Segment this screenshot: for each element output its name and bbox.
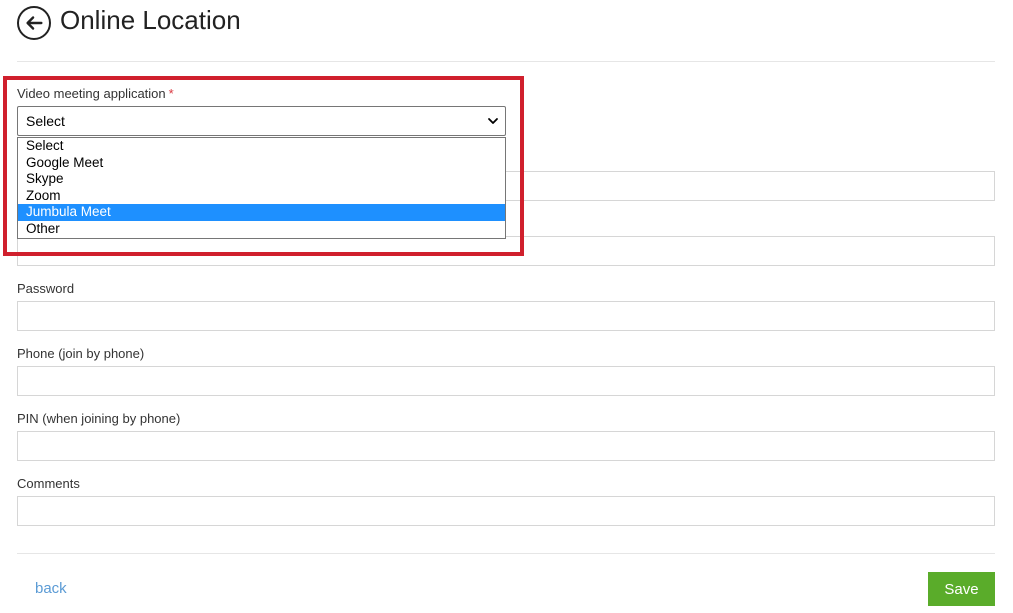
option-other[interactable]: Other <box>18 221 505 238</box>
header-divider <box>17 61 995 62</box>
video-app-select[interactable]: Select <box>17 106 506 136</box>
meeting-id-input[interactable] <box>17 236 995 266</box>
option-google-meet[interactable]: Google Meet <box>18 155 505 172</box>
footer-divider <box>17 553 995 554</box>
pin-label: PIN (when joining by phone) <box>17 411 181 426</box>
video-app-label: Video meeting application * <box>17 86 174 102</box>
comments-label: Comments <box>17 476 80 491</box>
save-button[interactable]: Save <box>928 572 995 606</box>
chevron-down-icon <box>488 118 498 124</box>
option-select[interactable]: Select <box>18 138 505 155</box>
required-mark: * <box>168 86 174 101</box>
password-input[interactable] <box>17 301 995 331</box>
back-arrow-button[interactable] <box>17 6 51 40</box>
arrow-left-icon <box>26 16 43 30</box>
page-title: Online Location <box>60 5 241 35</box>
comments-input[interactable] <box>17 496 995 526</box>
option-zoom[interactable]: Zoom <box>18 188 505 205</box>
online-location-page: Online Location Video meeting applicatio… <box>0 0 1013 613</box>
video-app-options-list: Select Google Meet Skype Zoom Jumbula Me… <box>17 137 506 239</box>
video-app-label-text: Video meeting application <box>17 86 166 101</box>
password-label: Password <box>17 281 75 296</box>
option-jumbula-meet[interactable]: Jumbula Meet <box>18 204 505 221</box>
option-skype[interactable]: Skype <box>18 171 505 188</box>
video-app-selected-value: Select <box>26 113 65 129</box>
pin-input[interactable] <box>17 431 995 461</box>
phone-input[interactable] <box>17 366 995 396</box>
back-link[interactable]: back <box>35 580 67 597</box>
phone-label: Phone (join by phone) <box>17 346 145 361</box>
